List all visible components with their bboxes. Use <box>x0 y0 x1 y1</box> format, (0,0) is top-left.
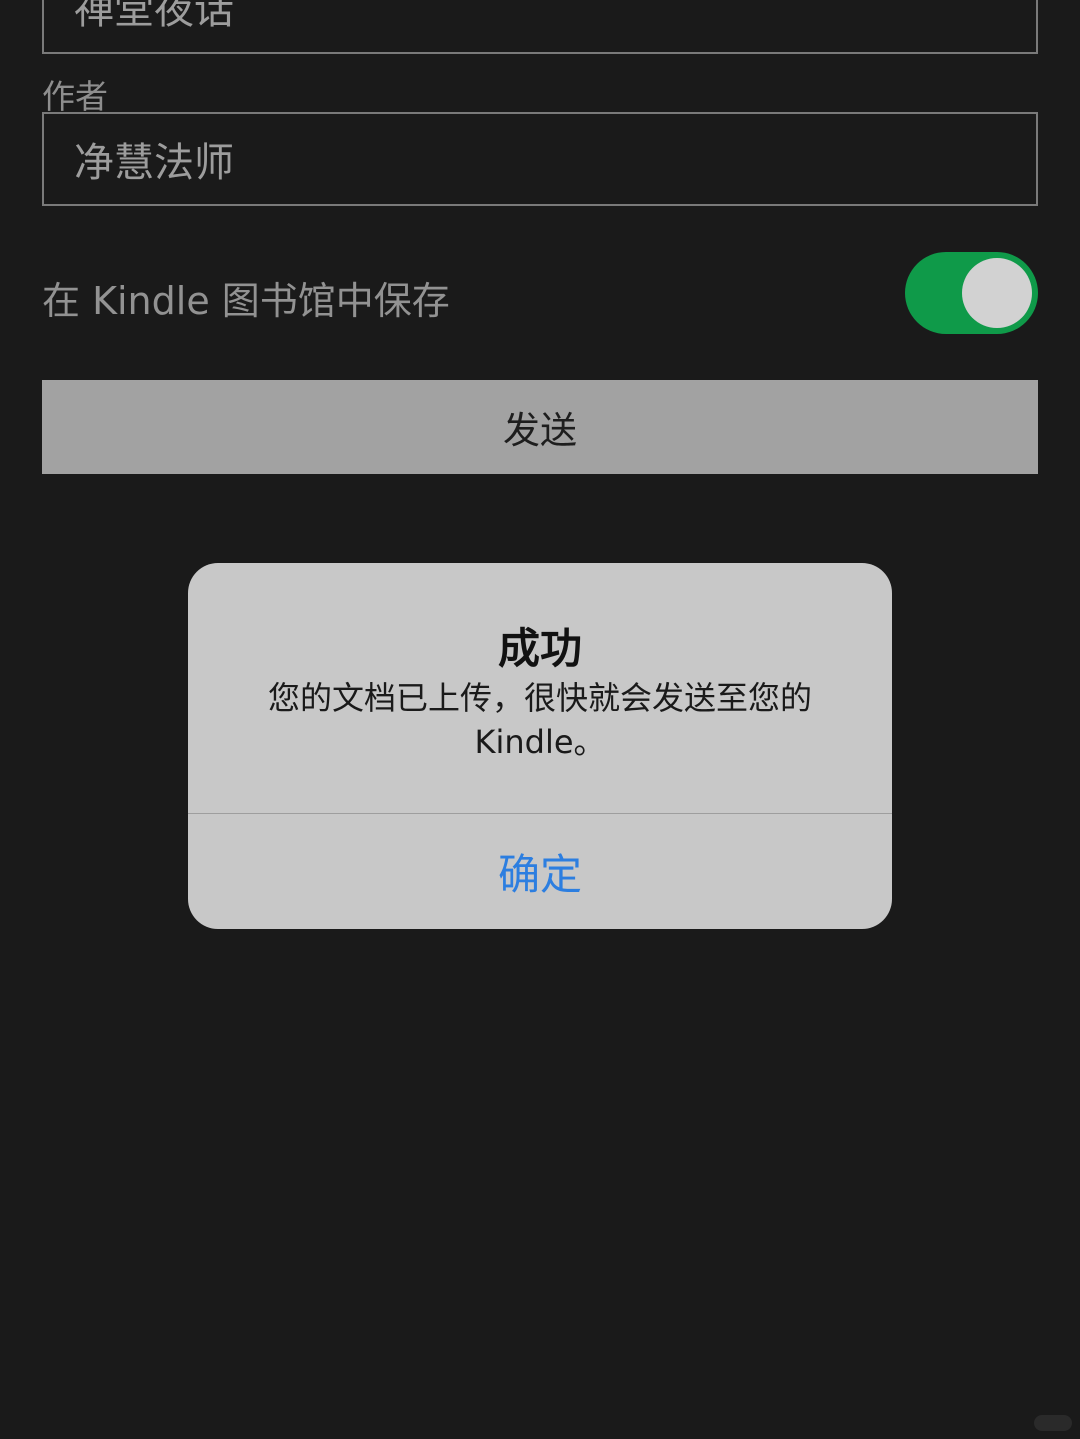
save-to-library-toggle[interactable] <box>905 252 1038 334</box>
author-input[interactable]: 净慧法师 <box>42 112 1038 206</box>
send-button[interactable]: 发送 <box>42 380 1038 474</box>
toggle-knob <box>962 258 1032 328</box>
title-input[interactable]: 禅堂夜话 <box>42 0 1038 54</box>
title-input-value: 禅堂夜话 <box>74 0 234 33</box>
alert-title: 成功 <box>497 624 582 673</box>
author-input-value: 净慧法师 <box>74 140 234 186</box>
success-alert-dialog: 成功 您的文档已上传，很快就会发送至您的 Kindle。 确定 <box>188 563 892 929</box>
alert-message: 您的文档已上传，很快就会发送至您的 Kindle。 <box>267 679 812 761</box>
alert-ok-button[interactable]: 确定 <box>188 814 892 929</box>
send-to-kindle-screen: 禅堂夜话 作者 净慧法师 在 Kindle 图书馆中保存 发送 成功 您的文档已… <box>0 0 1080 1439</box>
watermark-logo <box>1034 1415 1072 1431</box>
save-to-library-label: 在 Kindle 图书馆中保存 <box>42 279 450 323</box>
author-label: 作者 <box>42 77 108 116</box>
